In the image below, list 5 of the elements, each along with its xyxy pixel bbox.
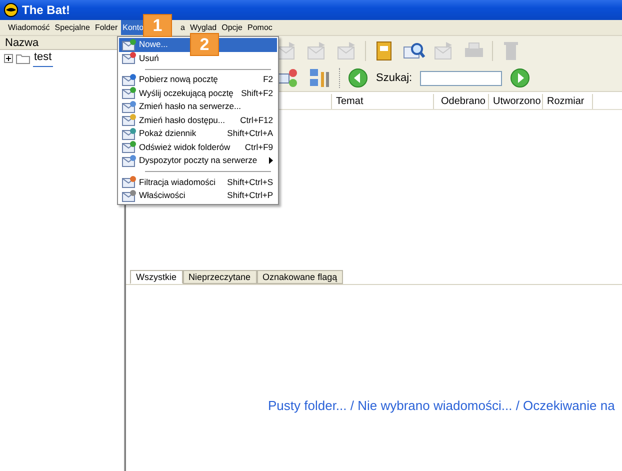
preview-message: Pusty folder... / Nie wybrano wiadomości... / Oczekiwanie na — [268, 396, 615, 415]
step-callout-tooltip: 1 — [143, 14, 172, 37]
search-label: Szukaj: — [376, 70, 412, 86]
step-callout-tooltip: 2 — [190, 33, 219, 56]
window-title: The Bat! — [22, 2, 70, 19]
